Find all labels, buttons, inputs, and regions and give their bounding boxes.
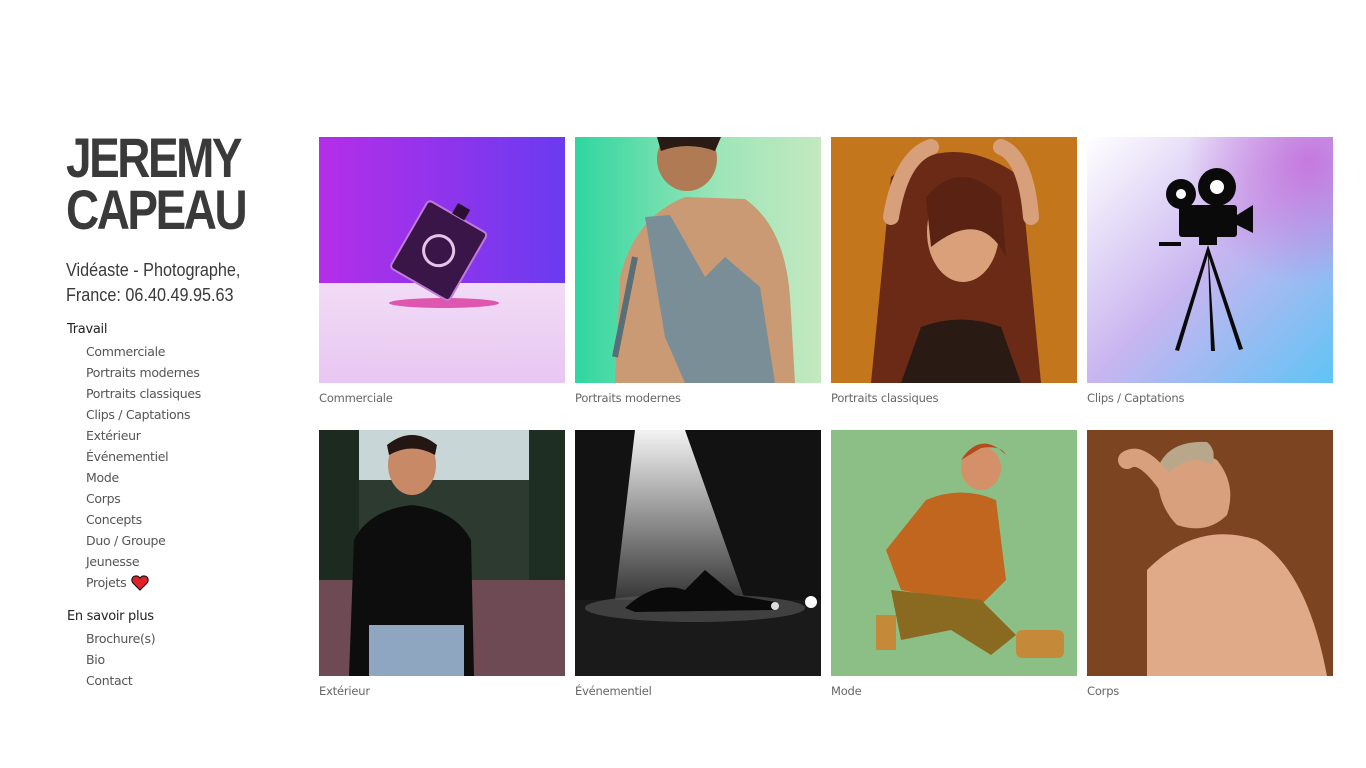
nav-item-mode[interactable]: Mode (86, 467, 296, 488)
nav-item-brochures[interactable]: Brochure(s) (86, 628, 296, 649)
work-nav: Travail Commerciale Portraits modernes P… (66, 322, 296, 593)
tagline: Vidéaste - Photographe, France: 06.40.49… (66, 258, 273, 308)
nav-item-label: Événementiel (86, 449, 169, 464)
more-nav-list: Brochure(s) Bio Contact (66, 628, 296, 691)
man-kneeling-orange-jacket-photo[interactable] (831, 430, 1077, 676)
nav-item-label: Portraits modernes (86, 365, 200, 380)
gallery-tile-portraits-classiques[interactable]: Portraits classiques (831, 137, 1077, 430)
nav-item-exterieur[interactable]: Extérieur (86, 425, 296, 446)
tagline-line2: France: 06.40.49.95.63 (66, 285, 234, 305)
nav-item-label: Corps (86, 491, 121, 506)
nav-item-portraits-classiques[interactable]: Portraits classiques (86, 383, 296, 404)
gallery-tile-exterieur[interactable]: Extérieur (319, 430, 565, 723)
nav-item-label: Duo / Groupe (86, 533, 166, 548)
gallery-caption[interactable]: Portraits classiques (831, 391, 1077, 405)
nav-item-label: Contact (86, 673, 133, 688)
gallery-tile-mode[interactable]: Mode (831, 430, 1077, 723)
gallery-tile-portraits-modernes[interactable]: Portraits modernes (575, 137, 821, 430)
nav-item-label: Clips / Captations (86, 407, 191, 422)
gallery-caption[interactable]: Mode (831, 684, 1077, 698)
nav-item-corps[interactable]: Corps (86, 488, 296, 509)
nav-item-label: Portraits classiques (86, 386, 202, 401)
gallery-caption[interactable]: Extérieur (319, 684, 565, 698)
site-title[interactable]: JEREMY CAPEAU (66, 128, 255, 238)
nav-item-label: Jeunesse (86, 554, 140, 569)
nav-item-duo-groupe[interactable]: Duo / Groupe (86, 530, 296, 551)
nav-item-projets[interactable]: Projets (86, 572, 296, 593)
nav-item-bio[interactable]: Bio (86, 649, 296, 670)
perfume-bottle-photo[interactable] (319, 137, 565, 383)
gallery-tile-commerciale[interactable]: Commerciale (319, 137, 565, 430)
young-man-outdoor-photo[interactable] (319, 430, 565, 676)
nav-item-label: Concepts (86, 512, 142, 527)
nav-item-jeunesse[interactable]: Jeunesse (86, 551, 296, 572)
gallery-tile-evenementiel[interactable]: Événementiel (575, 430, 821, 723)
nav-heading-en-savoir-plus[interactable]: En savoir plus (67, 609, 296, 624)
nav-heading-travail[interactable]: Travail (67, 322, 296, 337)
nav-item-clips-captations[interactable]: Clips / Captations (86, 404, 296, 425)
nav-item-label: Extérieur (86, 428, 141, 443)
sidebar: JEREMY CAPEAU Vidéaste - Photographe, Fr… (66, 128, 296, 691)
nav-item-label: Brochure(s) (86, 631, 156, 646)
work-nav-list: Commerciale Portraits modernes Portraits… (66, 341, 296, 593)
shirtless-person-photo[interactable] (1087, 430, 1333, 676)
film-camera-icon[interactable] (1087, 137, 1333, 383)
woman-hands-in-hair-photo[interactable] (831, 137, 1077, 383)
nav-item-concepts[interactable]: Concepts (86, 509, 296, 530)
tagline-line1: Vidéaste - Photographe, (66, 260, 241, 280)
nav-item-commerciale[interactable]: Commerciale (86, 341, 296, 362)
gallery-caption[interactable]: Clips / Captations (1087, 391, 1333, 405)
nav-item-label: Commerciale (86, 344, 166, 359)
gallery-caption[interactable]: Commerciale (319, 391, 565, 405)
gallery-caption[interactable]: Portraits modernes (575, 391, 821, 405)
nav-item-evenementiel[interactable]: Événementiel (86, 446, 296, 467)
gallery-caption[interactable]: Événementiel (575, 684, 821, 698)
nav-item-portraits-modernes[interactable]: Portraits modernes (86, 362, 296, 383)
gallery-tile-corps[interactable]: Corps (1087, 430, 1333, 723)
nav-item-label: Projets (86, 575, 127, 590)
nav-item-label: Mode (86, 470, 119, 485)
gallery-caption[interactable]: Corps (1087, 684, 1333, 698)
gallery-tile-clips-captations[interactable]: Clips / Captations (1087, 137, 1333, 430)
gallery-grid: Commerciale Portraits modernes Portraits… (319, 137, 1333, 723)
man-in-overalls-photo[interactable] (575, 137, 821, 383)
nav-item-label: Bio (86, 652, 105, 667)
dancer-on-stage-photo[interactable] (575, 430, 821, 676)
more-nav: En savoir plus Brochure(s) Bio Contact (66, 609, 296, 691)
heart-icon (131, 574, 150, 591)
nav-item-contact[interactable]: Contact (86, 670, 296, 691)
site-title-line2: CAPEAU (66, 178, 248, 241)
